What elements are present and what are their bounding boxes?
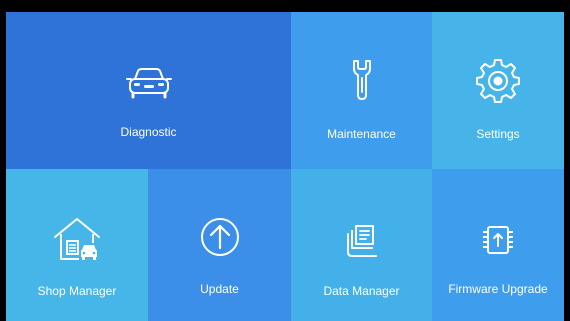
data-manager-label: Data Manager (323, 284, 400, 298)
car-icon (125, 68, 172, 99)
firmware-upgrade-tile[interactable]: Firmware Upgrade (432, 169, 564, 321)
document-stack-icon (346, 225, 377, 257)
diagnostic-label: Diagnostic (120, 125, 177, 139)
data-manager-tile[interactable]: Data Manager (291, 169, 432, 321)
firmware-upgrade-label: Firmware Upgrade (448, 282, 548, 296)
shop-manager-tile[interactable]: Shop Manager (6, 169, 148, 321)
maintenance-label: Maintenance (327, 127, 396, 141)
wrench-icon (352, 60, 371, 100)
home-screen: Diagnostic Maintenance Settings Shop Man… (6, 12, 564, 321)
chip-upgrade-icon (483, 226, 513, 254)
arrow-up-circle-icon (200, 218, 239, 256)
settings-label: Settings (476, 127, 520, 141)
shop-manager-label: Shop Manager (37, 284, 117, 298)
maintenance-tile[interactable]: Maintenance (291, 12, 432, 169)
gear-icon (476, 59, 520, 103)
diagnostic-tile[interactable]: Diagnostic (6, 12, 291, 169)
house-car-icon (54, 218, 100, 260)
settings-tile[interactable]: Settings (432, 12, 564, 169)
update-tile[interactable]: Update (148, 169, 291, 321)
update-label: Update (200, 282, 239, 296)
